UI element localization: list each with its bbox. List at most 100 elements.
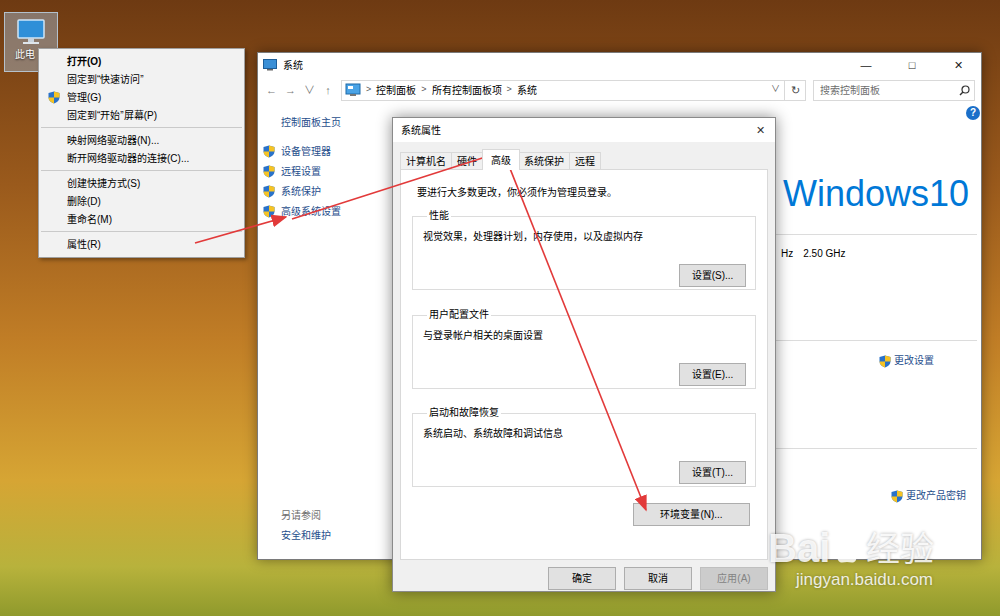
search-input[interactable] xyxy=(820,83,959,98)
menu-item[interactable]: 删除(D) xyxy=(39,192,244,210)
menu-label[interactable]: 固定到“快速访问” xyxy=(67,72,144,87)
history-dropdown[interactable]: ∨ xyxy=(771,83,780,97)
menu-label[interactable]: 固定到“开始”屏幕(P) xyxy=(67,108,157,123)
tab[interactable]: 硬件 xyxy=(451,152,483,169)
menu-item[interactable]: 管理(G) xyxy=(39,88,244,106)
menu-item[interactable]: 属性(R) xyxy=(39,235,244,253)
menu-separator xyxy=(41,231,242,232)
desktop: 此电系统—□✕←→∨↑>控制面板>所有控制面板项>系统∨↻控制面板主页设备管理器… xyxy=(0,0,1000,616)
windows-logo-text: Windows10 xyxy=(783,174,969,214)
menu-label[interactable]: 创建快捷方式(S) xyxy=(67,176,140,191)
breadcrumb[interactable]: 所有控制面板项 xyxy=(432,83,502,98)
cpu-info: Hz xyxy=(781,247,793,261)
group-button-row: 设置(T)... xyxy=(422,461,746,484)
menu-item[interactable]: 创建快捷方式(S) xyxy=(39,174,244,192)
shield-icon xyxy=(263,145,275,158)
group-box: 用户配置文件与登录帐户相关的桌面设置设置(E)... xyxy=(412,308,756,389)
icon-label: 此电 xyxy=(5,48,35,62)
admin-notice: 要进行大多数更改，你必须作为管理员登录。 xyxy=(417,186,756,200)
tab[interactable]: 系统保护 xyxy=(518,152,570,169)
nav-button[interactable]: ← xyxy=(264,82,279,99)
close-button[interactable]: ✕ xyxy=(935,53,981,77)
menu-item[interactable]: 固定到“快速访问” xyxy=(39,70,244,88)
search-box[interactable] xyxy=(813,80,975,101)
dialog-button[interactable]: 确定 xyxy=(548,567,616,590)
address-bar: ←→∨↑>控制面板>所有控制面板项>系统∨↻ xyxy=(258,77,981,103)
menu-icon-slot xyxy=(47,109,61,122)
change-product-key[interactable]: 更改产品密钥 xyxy=(906,489,966,503)
menu-icon-slot xyxy=(47,91,61,104)
dialog-title-bar: 系统属性✕ xyxy=(393,118,775,142)
menu-label[interactable]: 重命名(M) xyxy=(67,212,112,227)
menu-label[interactable]: 打开(O) xyxy=(67,54,101,69)
menu-label[interactable]: 属性(R) xyxy=(67,237,101,252)
nav-button[interactable]: ↑ xyxy=(321,82,335,99)
environment-variables-button[interactable]: 环境变量(N)... xyxy=(633,503,750,526)
settings-button[interactable]: 设置(T)... xyxy=(679,461,746,484)
change-settings[interactable]: 更改设置 xyxy=(894,354,934,368)
breadcrumb-separator: > xyxy=(507,83,512,97)
paw-icon xyxy=(830,531,864,567)
shield-icon xyxy=(263,205,275,218)
title-bar: 系统 —□✕ xyxy=(258,53,981,77)
watermark: Bai经验jingyan.baidu.com xyxy=(768,526,934,590)
breadcrumb-box[interactable]: >控制面板>所有控制面板项>系统∨ xyxy=(341,80,785,101)
sidebar-link[interactable]: 高级系统设置 xyxy=(281,204,341,219)
menu-icon-slot xyxy=(47,177,61,190)
dialog-button: 应用(A) xyxy=(700,567,768,590)
menu-label[interactable]: 管理(G) xyxy=(67,90,101,105)
settings-button[interactable]: 设置(S)... xyxy=(679,264,746,287)
tab[interactable]: 计算机名 xyxy=(400,152,452,169)
refresh-button[interactable]: ↻ xyxy=(785,80,806,101)
minimize-button[interactable]: — xyxy=(843,53,889,77)
settings-button[interactable]: 设置(E)... xyxy=(679,363,746,386)
system-properties-dialog: 系统属性✕计算机名硬件高级系统保护远程要进行大多数更改，你必须作为管理员登录。性… xyxy=(392,117,776,592)
group-button-row: 设置(E)... xyxy=(422,363,746,386)
tab-strip: 计算机名硬件高级系统保护远程 xyxy=(400,149,768,169)
dialog-body: 计算机名硬件高级系统保护远程要进行大多数更改，你必须作为管理员登录。性能视觉效果… xyxy=(393,142,775,591)
breadcrumb[interactable]: 系统 xyxy=(517,83,537,98)
menu-item[interactable]: 断开网络驱动器的连接(C)... xyxy=(39,149,244,167)
watermark-url: jingyan.baidu.com xyxy=(796,570,934,590)
computer-icon xyxy=(15,17,47,47)
menu-item[interactable]: 固定到“开始”屏幕(P) xyxy=(39,106,244,124)
group-title: 启动和故障恢复 xyxy=(427,406,501,420)
menu-label[interactable]: 断开网络驱动器的连接(C)... xyxy=(67,151,189,166)
menu-icon-slot xyxy=(47,213,61,226)
shield-icon xyxy=(891,490,903,503)
annotation-arrows xyxy=(0,0,1000,616)
sidebar-link[interactable]: 系统保护 xyxy=(281,184,321,199)
nav-buttons: ←→∨↑ xyxy=(264,82,335,99)
breadcrumb[interactable]: 控制面板 xyxy=(376,83,416,98)
menu-separator xyxy=(41,127,242,128)
tab[interactable]: 高级 xyxy=(482,149,520,170)
breadcrumb-separator: > xyxy=(421,83,426,97)
menu-label[interactable]: 删除(D) xyxy=(67,194,101,209)
system-icon xyxy=(263,59,277,71)
watermark-brand-cn: 经验 xyxy=(866,528,934,570)
nav-button[interactable]: → xyxy=(283,82,298,99)
menu-item[interactable]: 映射网络驱动器(N)... xyxy=(39,131,244,149)
dialog-button[interactable]: 取消 xyxy=(624,567,692,590)
help-icon[interactable]: ? xyxy=(966,106,980,120)
menu-separator xyxy=(41,170,242,171)
shield-icon xyxy=(263,165,275,178)
group-box: 性能视觉效果，处理器计划，内存使用，以及虚拟内存设置(S)... xyxy=(412,209,756,290)
close-button[interactable]: ✕ xyxy=(745,122,775,139)
sidebar-link[interactable]: 设备管理器 xyxy=(281,144,331,159)
menu-label[interactable]: 映射网络驱动器(N)... xyxy=(67,133,159,148)
menu-item[interactable]: 打开(O) xyxy=(39,52,244,70)
menu-icon-slot xyxy=(47,238,61,251)
menu-icon-slot xyxy=(47,73,61,86)
watermark-brand: Bai经验 xyxy=(768,526,934,570)
nav-button[interactable]: ∨ xyxy=(302,82,317,99)
tab[interactable]: 远程 xyxy=(569,152,601,169)
sidebar-link[interactable]: 远程设置 xyxy=(281,164,321,179)
menu-icon-slot xyxy=(47,195,61,208)
maximize-button[interactable]: □ xyxy=(889,53,935,77)
menu-item[interactable]: 重命名(M) xyxy=(39,210,244,228)
window-controls: —□✕ xyxy=(843,53,981,77)
menu-icon-slot xyxy=(47,152,61,165)
group-description: 与登录帐户相关的桌面设置 xyxy=(423,329,746,343)
window-title: 系统 xyxy=(283,58,303,73)
